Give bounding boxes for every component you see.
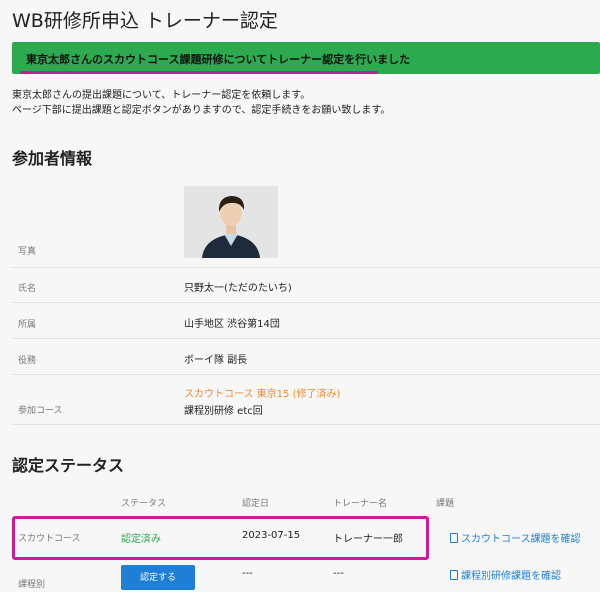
course-value-other: 課程別研修 etc回 xyxy=(184,406,263,417)
name-value: 只野太一(ただのたいち) xyxy=(184,283,292,294)
scout-course-assignment-link[interactable]: スカウトコース課題を確認 xyxy=(450,530,581,545)
specialty-course-link-label: 課程別研修課題を確認 xyxy=(461,571,561,582)
scout-course-link-label: スカウトコース課題を確認 xyxy=(461,534,581,545)
certify-button[interactable]: 認定する xyxy=(121,565,195,590)
status-row-course: 課程別 xyxy=(18,580,46,590)
participant-heading: 参加者情報 xyxy=(12,149,93,168)
name-row: 氏名 只野太一(ただのたいち) xyxy=(12,268,600,303)
name-label: 氏名 xyxy=(18,284,37,294)
course-row: 参加コース スカウトコース 東京15 (修了済み) 課程別研修 etc回 xyxy=(12,375,600,425)
course-label: 参加コース xyxy=(18,406,63,416)
course-value-scout: スカウトコース 東京15 (修了済み) xyxy=(184,389,341,400)
affiliation-value: 山手地区 渋谷第14団 xyxy=(184,319,280,330)
document-icon xyxy=(450,570,458,580)
document-icon xyxy=(450,533,458,543)
intro-line-2: ページ下部に提出課題と認定ボタンがありますので、認定手続きをお願い致します。 xyxy=(12,105,391,116)
intro-line-1: 東京太郎さんの提出課題について、トレーナー認定を依頼します。 xyxy=(12,90,311,101)
alert-message: 東京太郎さんのスカウトコース課題研修についてトレーナー認定を行いました xyxy=(26,53,411,66)
highlight-annotation-box xyxy=(12,516,429,560)
column-header-date: 認定日 xyxy=(242,499,270,509)
role-row: 役務 ボーイ隊 副長 xyxy=(12,339,600,375)
success-alert: 東京太郎さんのスカウトコース課題研修についてトレーナー認定を行いました xyxy=(12,42,600,74)
intro-text: 東京太郎さんの提出課題について、トレーナー認定を依頼します。 ページ下部に提出課… xyxy=(12,88,390,118)
trainer-name: --- xyxy=(333,568,344,579)
role-label: 役務 xyxy=(18,356,37,366)
certified-date: --- xyxy=(242,568,253,579)
specialty-course-assignment-link[interactable]: 課程別研修課題を確認 xyxy=(450,567,561,582)
column-header-assignment: 課題 xyxy=(436,499,455,509)
participant-photo xyxy=(184,186,278,258)
photo-row: 写真 xyxy=(12,178,600,268)
person-photo-icon xyxy=(184,186,278,258)
page-title: WB研修所申込 トレーナー認定 xyxy=(12,10,278,32)
photo-label: 写真 xyxy=(18,247,37,257)
affiliation-label: 所属 xyxy=(18,320,37,330)
affiliation-row: 所属 山手地区 渋谷第14団 xyxy=(12,303,600,339)
status-heading: 認定ステータス xyxy=(12,456,125,475)
column-header-status: ステータス xyxy=(121,499,167,509)
alert-underline-annotation xyxy=(20,71,378,74)
column-header-trainer: トレーナー名 xyxy=(333,499,388,509)
role-value: ボーイ隊 副長 xyxy=(184,355,248,366)
